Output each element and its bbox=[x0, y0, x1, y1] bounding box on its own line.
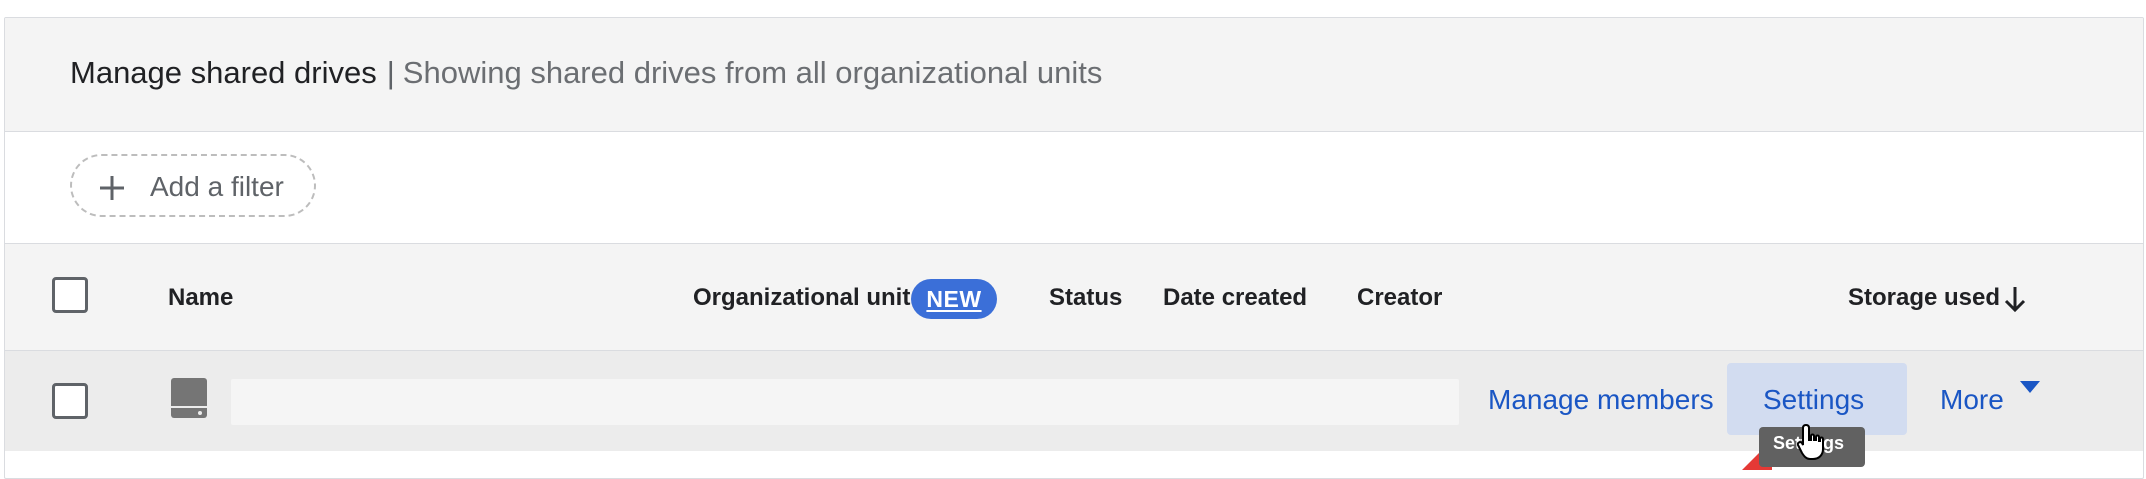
column-header-org-unit[interactable]: Organizational unit bbox=[693, 284, 910, 312]
column-header-creator[interactable]: Creator bbox=[1357, 284, 1442, 312]
column-header-date-created[interactable]: Date created bbox=[1163, 284, 1307, 312]
column-header-storage-used[interactable]: Storage used bbox=[1848, 284, 2000, 312]
row-checkbox[interactable] bbox=[52, 383, 88, 419]
drive-name[interactable] bbox=[231, 379, 1459, 425]
filter-bar: Add a filter bbox=[5, 132, 2143, 244]
new-badge-label: NEW bbox=[926, 286, 982, 312]
page-header: Manage shared drives | Showing shared driv… bbox=[5, 18, 2143, 132]
page-subtitle: Showing shared drives from all organizat… bbox=[402, 55, 1103, 90]
column-header-status[interactable]: Status bbox=[1049, 284, 1122, 312]
manage-members-button[interactable]: Manage members bbox=[1488, 384, 1714, 416]
hand-cursor-icon bbox=[1797, 423, 1824, 460]
new-badge[interactable]: NEW bbox=[911, 279, 997, 319]
shared-drives-panel: Manage shared drives | Showing shared driv… bbox=[4, 17, 2144, 479]
column-header-name[interactable]: Name bbox=[168, 284, 233, 312]
table-header: Name Organizational unit NEW Status Date… bbox=[5, 244, 2143, 351]
plus-icon bbox=[100, 176, 124, 200]
title-separator: | bbox=[386, 55, 395, 90]
shared-drive-icon bbox=[171, 378, 207, 418]
select-all-checkbox[interactable] bbox=[52, 277, 88, 313]
add-filter-label: Add a filter bbox=[150, 171, 284, 202]
page-title: Manage shared drives | Showing shared driv… bbox=[70, 55, 1102, 91]
chevron-down-icon[interactable] bbox=[2020, 381, 2040, 393]
arrow-down-icon[interactable] bbox=[2003, 285, 2027, 313]
add-filter-button[interactable]: Add a filter bbox=[70, 154, 316, 217]
more-button[interactable]: More bbox=[1940, 384, 2004, 416]
settings-button-label: Settings bbox=[1763, 384, 1865, 415]
page-title-main: Manage shared drives bbox=[70, 55, 377, 90]
